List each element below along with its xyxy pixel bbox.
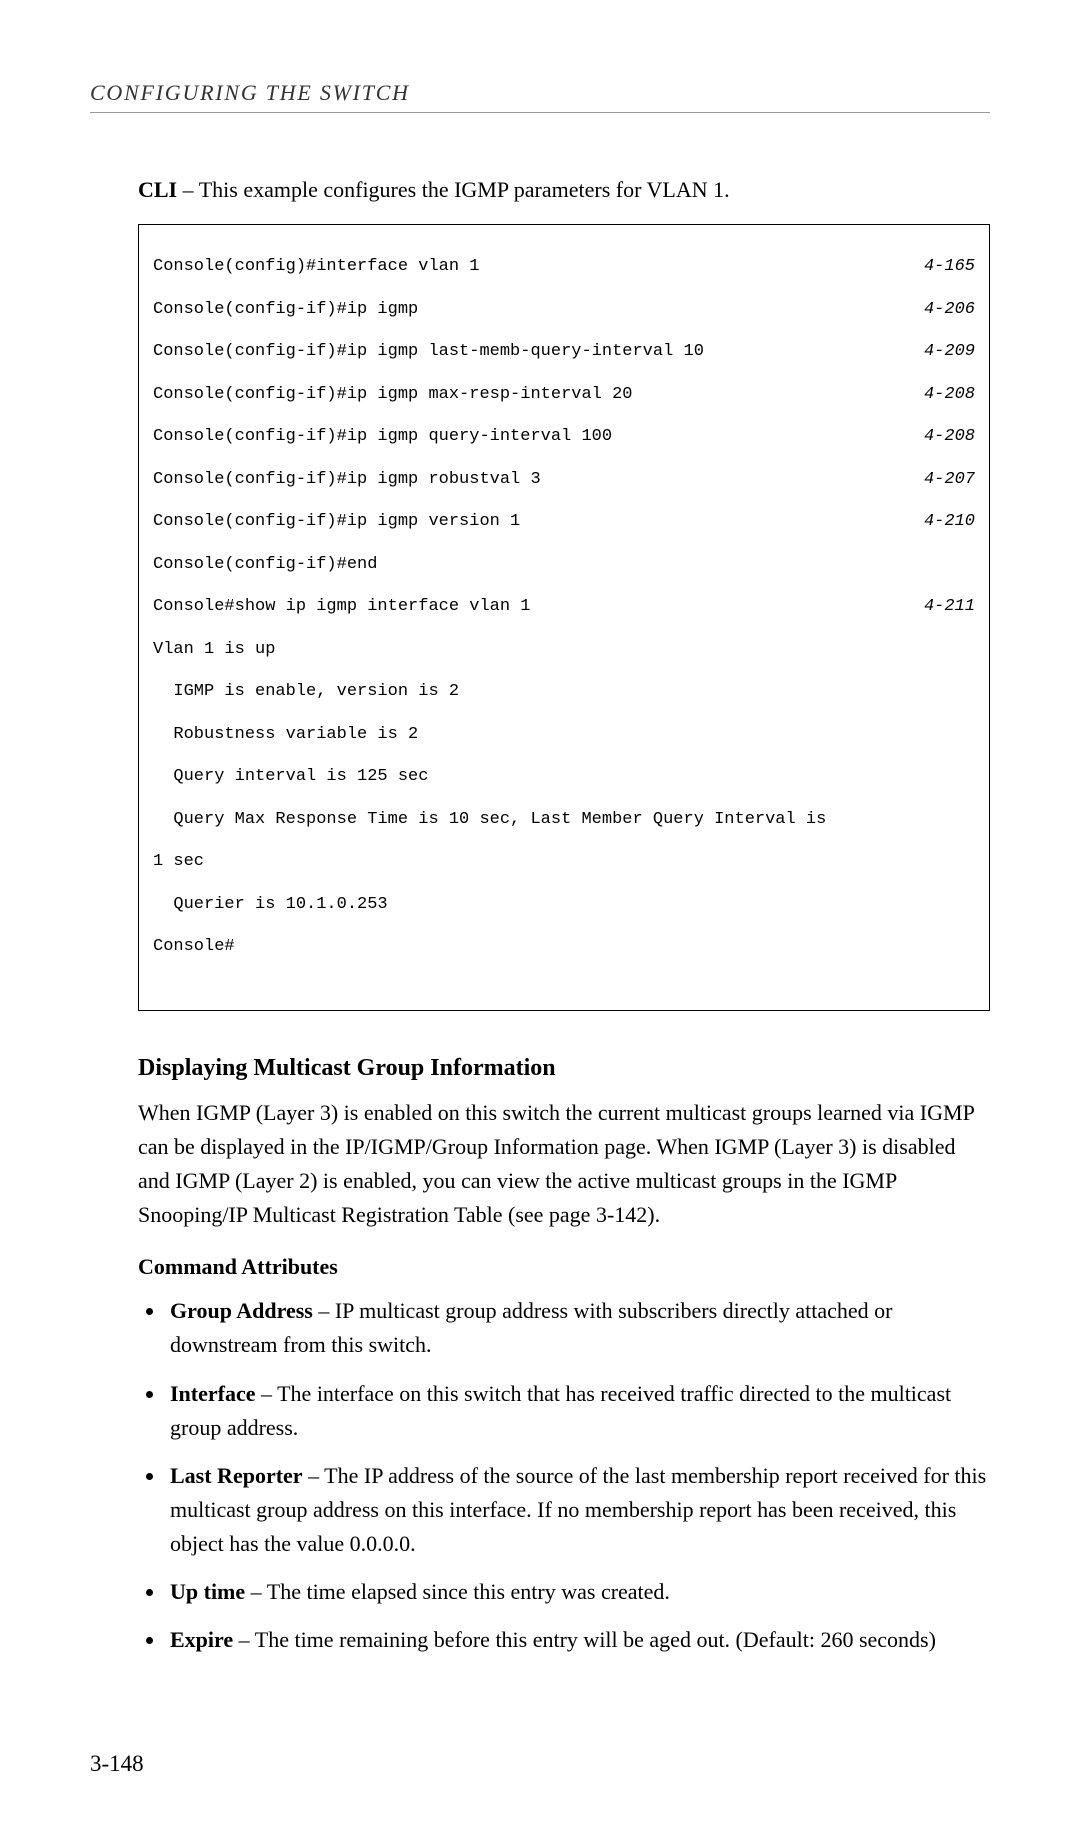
- section-paragraph: When IGMP (Layer 3) is enabled on this s…: [138, 1096, 990, 1232]
- cli-line: Querier is 10.1.0.253: [153, 894, 975, 915]
- cli-line: IGMP is enable, version is 2: [153, 681, 975, 702]
- cli-ref: 4-208: [924, 384, 975, 405]
- cli-line: Console(config)#interface vlan 1 4-165: [153, 256, 975, 277]
- cli-rest: – This example configures the IGMP param…: [177, 177, 730, 202]
- attr-term: Last Reporter: [170, 1463, 303, 1488]
- list-item: Expire – The time remaining before this …: [166, 1623, 990, 1657]
- cli-bold: CLI: [138, 177, 177, 202]
- cli-line: Console(config-if)#end: [153, 554, 975, 575]
- command-attributes-heading: Command Attributes: [138, 1254, 990, 1280]
- cli-cmd: IGMP is enable, version is 2: [153, 681, 459, 702]
- cli-ref: 4-206: [924, 299, 975, 320]
- cli-cmd: Console(config-if)#ip igmp version 1: [153, 511, 520, 532]
- attr-term: Expire: [170, 1627, 233, 1652]
- cli-cmd: Console(config-if)#ip igmp robustval 3: [153, 469, 541, 490]
- command-attributes-list: Group Address – IP multicast group addre…: [138, 1294, 990, 1657]
- cli-cmd: Console(config-if)#end: [153, 554, 377, 575]
- cli-line: Console#show ip igmp interface vlan 1 4-2…: [153, 596, 975, 617]
- list-item: Last Reporter – The IP address of the so…: [166, 1459, 990, 1561]
- cli-cmd: Query Max Response Time is 10 sec, Last …: [153, 809, 826, 830]
- cli-cmd: 1 sec: [153, 851, 204, 872]
- section-heading-multicast-group-info: Displaying Multicast Group Information: [138, 1055, 990, 1082]
- cli-line: 1 sec: [153, 851, 975, 872]
- cli-cmd: Console(config)#interface vlan 1: [153, 256, 479, 277]
- cli-ref: 4-208: [924, 426, 975, 447]
- page-number: 3-148: [90, 1751, 990, 1777]
- attr-desc: – The time remaining before this entry w…: [233, 1627, 936, 1652]
- list-item: Interface – The interface on this switch…: [166, 1377, 990, 1445]
- cli-cmd: Console#show ip igmp interface vlan 1: [153, 596, 530, 617]
- attr-term: Interface: [170, 1381, 256, 1406]
- cli-line: Console(config-if)#ip igmp last-memb-que…: [153, 341, 975, 362]
- attr-term: Group Address: [170, 1298, 313, 1323]
- cli-line: Console(config-if)#ip igmp robustval 3 4-…: [153, 469, 975, 490]
- cli-line: Console#: [153, 936, 975, 957]
- cli-line: Console(config-if)#ip igmp version 1 4-21…: [153, 511, 975, 532]
- cli-cmd: Console(config-if)#ip igmp max-resp-inte…: [153, 384, 632, 405]
- cli-ref: 4-211: [924, 596, 975, 617]
- cli-line: Console(config-if)#ip igmp query-interva…: [153, 426, 975, 447]
- chapter-header: CONFIGURING THE SWITCH: [90, 80, 990, 113]
- cli-line: Vlan 1 is up: [153, 639, 975, 660]
- cli-ref: 4-207: [924, 469, 975, 490]
- cli-cmd: Robustness variable is 2: [153, 724, 418, 745]
- cli-ref: 4-210: [924, 511, 975, 532]
- cli-line: Robustness variable is 2: [153, 724, 975, 745]
- cli-cmd: Console(config-if)#ip igmp query-interva…: [153, 426, 612, 447]
- attr-desc: – The time elapsed since this entry was …: [245, 1579, 670, 1604]
- main-content: CLI – This example configures the IGMP p…: [138, 173, 990, 1671]
- cli-line: Console(config-if)#ip igmp 4-206: [153, 299, 975, 320]
- cli-line: Query Max Response Time is 10 sec, Last …: [153, 809, 975, 830]
- cli-cmd: Console#: [153, 936, 235, 957]
- cli-intro-paragraph: CLI – This example configures the IGMP p…: [138, 173, 990, 206]
- cli-ref: 4-165: [924, 256, 975, 277]
- cli-ref: 4-209: [924, 341, 975, 362]
- cli-cmd: Vlan 1 is up: [153, 639, 275, 660]
- list-item: Group Address – IP multicast group addre…: [166, 1294, 990, 1362]
- cli-cmd: Querier is 10.1.0.253: [153, 894, 388, 915]
- cli-line: Query interval is 125 sec: [153, 766, 975, 787]
- cli-cmd: Console(config-if)#ip igmp: [153, 299, 418, 320]
- cli-line: Console(config-if)#ip igmp max-resp-inte…: [153, 384, 975, 405]
- attr-term: Up time: [170, 1579, 245, 1604]
- cli-cmd: Console(config-if)#ip igmp last-memb-que…: [153, 341, 704, 362]
- attr-desc: – The interface on this switch that has …: [170, 1381, 951, 1440]
- cli-terminal-box: Console(config)#interface vlan 1 4-165 Co…: [138, 224, 990, 1011]
- cli-cmd: Query interval is 125 sec: [153, 766, 428, 787]
- list-item: Up time – The time elapsed since this en…: [166, 1575, 990, 1609]
